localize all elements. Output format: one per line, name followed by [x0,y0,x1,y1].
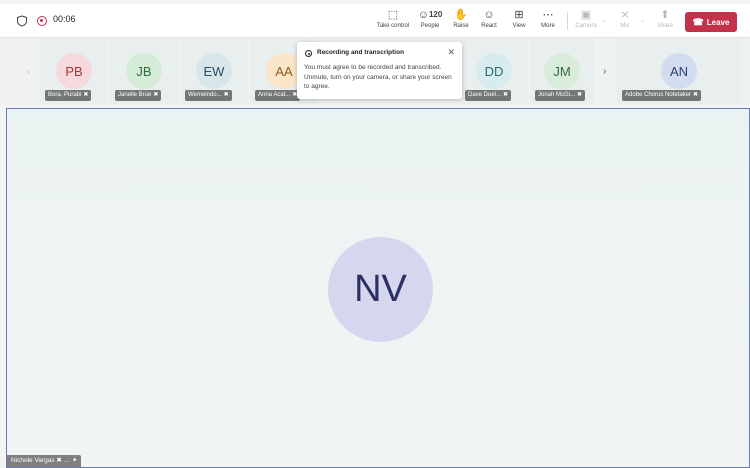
camera-off-icon: ▣ [580,9,592,21]
recording-icon [305,50,312,57]
mic-button[interactable]: ⨯ Mic [614,6,636,36]
leave-label: Leave [706,17,730,27]
strip-prev-arrow-icon[interactable]: ‹ [27,66,30,77]
participant-tile[interactable]: JB Janelle Brue ✖ [110,38,178,104]
participant-name-tag: Jonah McGi... ✖ [535,90,586,101]
participant-tile[interactable]: DD Dave Duel... ✖ [460,38,528,104]
take-control-label: Take control [376,23,410,29]
participant-name-tag: Wemeindo... ✖ [185,90,232,101]
participant-name: Janelle Brue [118,92,152,98]
raise-label: Raise [453,23,469,29]
popup-message: You must agree to be recorded and transc… [304,64,452,90]
main-participant-name: Nichole Vargas [11,457,55,464]
mic-muted-icon: ✖ [577,92,583,98]
participant-avatar: PB [56,53,92,89]
main-participant-avatar: NV [328,237,433,342]
participant-name-tag: Janelle Brue ✖ [115,90,162,101]
people-count: 120 [428,10,443,19]
people-label: People [420,23,440,29]
mic-options-chevron-icon[interactable]: ⌄ [640,17,645,24]
mic-muted-icon: ✖ [693,92,699,98]
close-icon[interactable]: ✕ [447,47,455,58]
participant-tile[interactable]: AN Adobe Chorus Notetaker ✖ [617,38,741,104]
mic-muted-icon: ✖ [56,457,64,464]
people-button[interactable]: ☺120 People [414,6,446,36]
main-participant-name-tag: Nichole Vargas ✖ … ✦ [7,455,82,467]
participant-tile[interactable]: PB Bora, Purabi ✖ [40,38,108,104]
mic-off-icon: ⨯ [620,9,630,21]
participant-name-tag: Adobe Chorus Notetaker ✖ [622,90,702,101]
participant-name: Adobe Chorus Notetaker [625,92,692,98]
participant-name: Wemeindo... [188,92,222,98]
more-icon: ⋯ [542,9,554,21]
participant-name-tag: Dave Duel... ✖ [465,90,512,101]
react-label: React [481,23,497,29]
participant-tile[interactable]: JM Jonah McGi... ✖ [530,38,594,104]
view-button[interactable]: ⊞ View [508,6,530,36]
share-icon: ⬆ [660,9,670,21]
shield-icon [17,15,27,27]
recording-consent-popup: Recording and transcription ✕ You must a… [297,42,462,99]
share-button[interactable]: ⬆ Share [654,6,676,36]
camera-options-chevron-icon[interactable]: ⌄ [602,17,607,24]
mic-muted-icon: ✖ [503,92,509,98]
mic-muted-icon: ✖ [223,92,229,98]
meeting-window: 00:06 ⬚ Take control ☺120 People ✋ Raise… [0,0,750,468]
view-icon: ⊞ [514,9,524,21]
participant-tile[interactable]: EW Wemeindo... ✖ [180,38,248,104]
participant-avatar: DD [476,53,512,89]
mic-label: Mic [620,23,630,29]
recording-icon [37,16,47,26]
participant-name-tag: Anna Acat... ✖ [255,90,301,101]
meeting-toolbar: 00:06 ⬚ Take control ☺120 People ✋ Raise… [0,4,750,38]
main-video-stage[interactable]: NV Nichole Vargas ✖ … ✦ [6,108,750,468]
take-control-button[interactable]: ⬚ Take control [376,6,410,36]
raise-hand-icon: ✋ [454,9,468,21]
participant-avatar: AN [661,53,697,89]
react-button[interactable]: ☺ React [478,6,500,36]
participant-name-tag: Bora, Purabi ✖ [45,90,92,101]
pin-icon[interactable]: ✦ [72,457,77,464]
react-icon: ☺ [483,9,495,21]
participant-name: Dave Duel... [468,92,502,98]
participant-name: Jonah McGi... [538,92,576,98]
camera-button[interactable]: ▣ Camera [572,6,600,36]
participant-avatar: JB [126,53,162,89]
popup-title: Recording and transcription [317,49,405,56]
raise-hand-button[interactable]: ✋ Raise [450,6,472,36]
more-label: More [541,23,555,29]
mic-muted-icon: ✖ [153,92,159,98]
mic-muted-icon: ✖ [83,92,89,98]
more-options-icon[interactable]: … [64,457,71,464]
strip-next-arrow-icon[interactable]: › [603,66,606,77]
people-icon: ☺120 [417,9,443,21]
toolbar-divider [567,12,568,30]
view-label: View [512,23,526,29]
phone-hangup-icon: ☎ [692,16,704,27]
more-button[interactable]: ⋯ More [537,6,559,36]
take-control-icon: ⬚ [387,9,399,21]
participant-name: Bora, Purabi [48,92,82,98]
leave-button[interactable]: ☎ Leave [685,12,737,32]
participant-avatar: JM [544,53,580,89]
participant-avatar: EW [196,53,232,89]
meeting-timer: 00:06 [53,14,76,24]
share-label: Share [656,23,673,29]
camera-label: Camera [575,23,597,29]
participant-name: Anna Acat... [258,92,291,98]
